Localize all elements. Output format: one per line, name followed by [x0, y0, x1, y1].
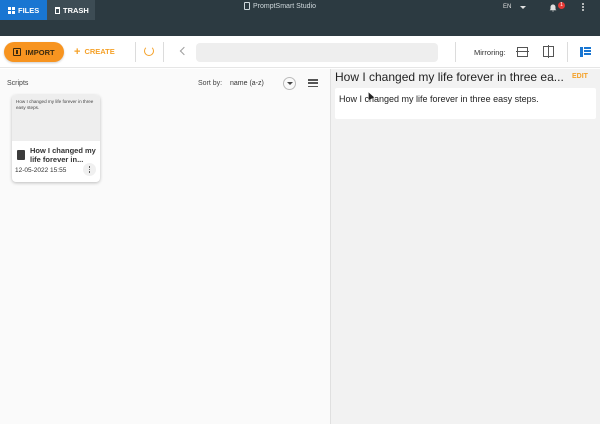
plus-icon: + — [74, 45, 81, 58]
path-input[interactable] — [196, 43, 438, 62]
language-text: EN — [503, 4, 512, 10]
import-button[interactable]: IMPORT — [4, 42, 64, 62]
create-button[interactable]: + CREATE — [74, 45, 115, 58]
tab-trash[interactable]: TRASH — [47, 0, 95, 20]
document-icon — [17, 150, 25, 160]
import-label: IMPORT — [25, 47, 55, 57]
scripts-heading: Scripts — [7, 80, 29, 87]
toolbar-divider — [455, 42, 456, 62]
language-selector[interactable]: EN — [503, 4, 527, 10]
mirroring-label: Mirroring: — [474, 48, 506, 57]
script-card[interactable]: How I changed my life forever in three e… — [12, 95, 100, 182]
sort-by-label: Sort by: — [198, 80, 223, 87]
toolbar-divider — [163, 42, 164, 62]
script-title: How I changed my life forever in... — [30, 146, 96, 164]
more-options-icon[interactable] — [580, 3, 586, 13]
import-icon — [13, 48, 22, 56]
bell-icon[interactable] — [549, 4, 557, 12]
edit-button[interactable]: EDIT — [572, 73, 588, 80]
card-menu-icon[interactable] — [83, 163, 96, 176]
document-title: How I changed my life forever in three e… — [335, 70, 564, 84]
sort-dropdown-button[interactable] — [283, 77, 296, 90]
notification-badge: 1 — [558, 2, 565, 9]
refresh-icon[interactable] — [144, 46, 154, 56]
window-title-text: PromptSmart Studio — [253, 2, 317, 10]
create-label: CREATE — [84, 47, 115, 56]
layout-toggle-icon[interactable] — [580, 47, 591, 57]
trash-icon — [55, 6, 60, 14]
list-view-icon[interactable] — [308, 79, 318, 87]
grid-icon — [8, 6, 15, 14]
tab-files[interactable]: FILES — [0, 0, 47, 20]
tab-trash-label: TRASH — [63, 5, 89, 15]
toolbar-divider — [135, 42, 136, 62]
mirror-horizontal-icon[interactable] — [543, 45, 554, 58]
app-document-icon — [244, 2, 250, 10]
toolbar-divider — [567, 42, 568, 62]
chevron-down-icon — [520, 5, 527, 9]
script-date: 12-05-2022 15:55 — [15, 167, 67, 174]
sort-select[interactable]: name (a-z) — [230, 80, 264, 87]
tab-files-label: FILES — [18, 5, 40, 15]
script-preview: How I changed my life forever in three e… — [12, 95, 100, 141]
editor-panel — [331, 69, 600, 424]
mirror-vertical-icon[interactable] — [516, 47, 529, 57]
window-title: PromptSmart Studio — [244, 2, 316, 10]
